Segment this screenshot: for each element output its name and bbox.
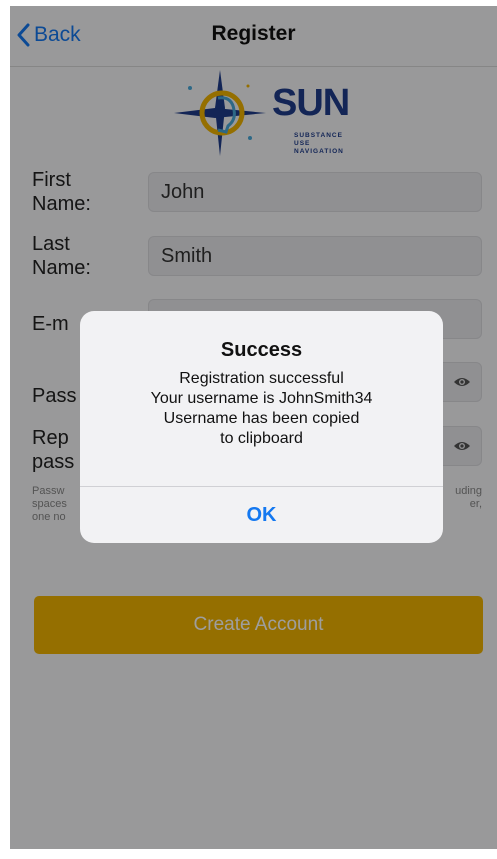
register-screen: Back Register SUN SUBSTANCE USE NAVIGATI…	[10, 6, 497, 849]
alert-message: Registration successful Your username is…	[150, 370, 373, 447]
ok-button[interactable]: OK	[80, 487, 443, 543]
success-alert: Success Registration successful Your use…	[80, 311, 443, 543]
alert-title: Success	[220, 339, 303, 361]
